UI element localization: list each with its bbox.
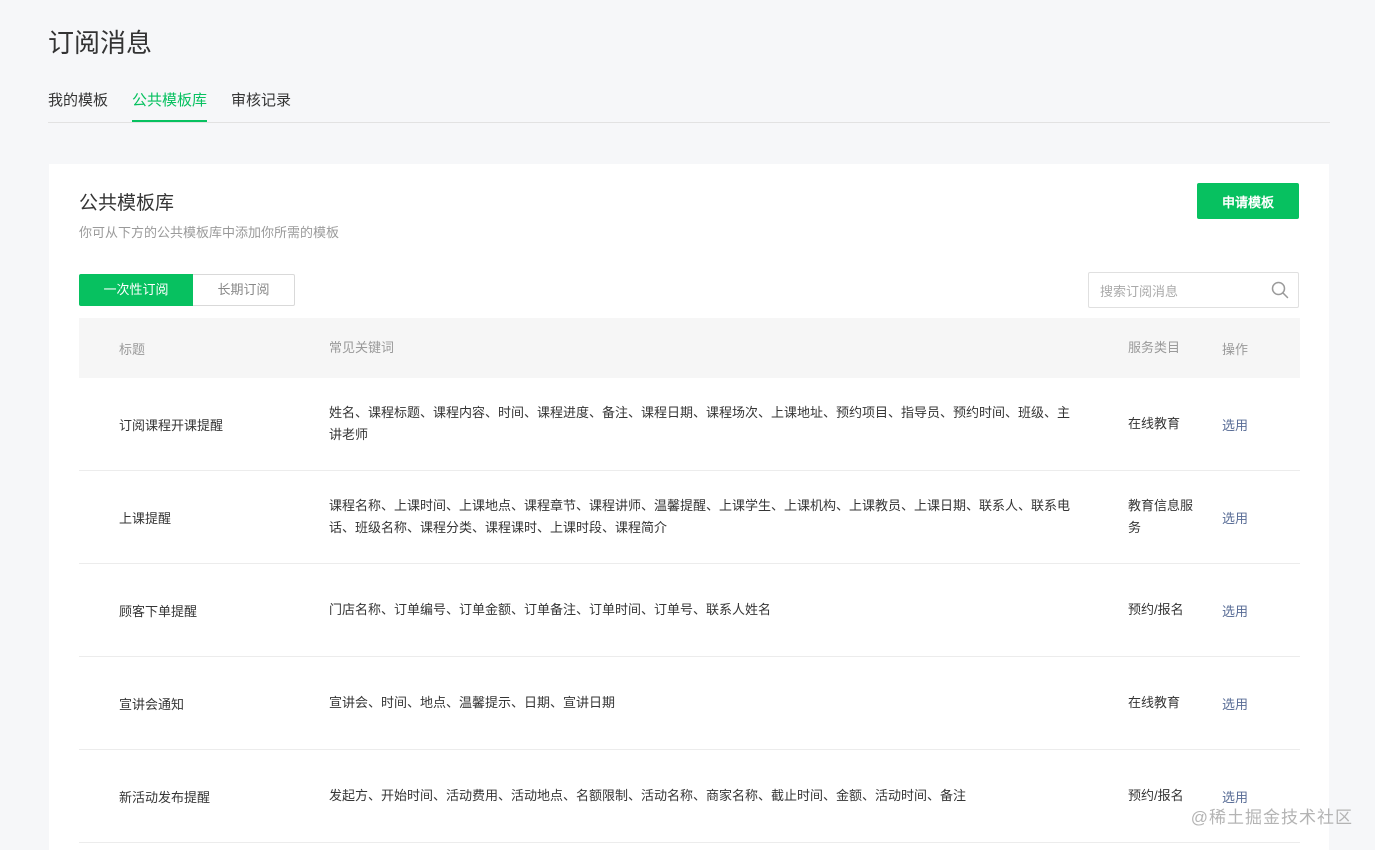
- row-keywords: 门店名称、订单编号、订单金额、订单备注、订单时间、订单号、联系人姓名: [329, 602, 772, 617]
- row-keywords: 课程名称、上课时间、上课地点、课程章节、课程讲师、温馨提醒、上课学生、上课机构、…: [329, 498, 1071, 535]
- row-category: 在线教育: [1128, 416, 1181, 431]
- template-table: 标题 常见关键词 服务类目 操作 订阅课程开课提醒 姓名、课程标题、课程内容、时…: [79, 318, 1300, 843]
- subscription-type-switch: 一次性订阅 长期订阅: [79, 274, 295, 306]
- segment-long-term[interactable]: 长期订阅: [193, 274, 295, 306]
- row-category: 预约/报名: [1128, 602, 1184, 617]
- search-box: [1088, 272, 1299, 308]
- apply-template-button[interactable]: 申请模板: [1197, 183, 1299, 219]
- library-card: 公共模板库 你可从下方的公共模板库中添加你所需的模板 申请模板 一次性订阅 长期…: [49, 164, 1329, 850]
- header-title: 标题: [119, 341, 146, 357]
- select-link[interactable]: 选用: [1222, 697, 1248, 712]
- table-row: 上课提醒 课程名称、上课时间、上课地点、课程章节、课程讲师、温馨提醒、上课学生、…: [79, 471, 1300, 564]
- page-title: 订阅消息: [48, 28, 153, 58]
- row-keywords: 发起方、开始时间、活动费用、活动地点、名额限制、活动名称、商家名称、截止时间、金…: [329, 788, 967, 803]
- table-header: 标题 常见关键词 服务类目 操作: [79, 318, 1300, 378]
- row-title: 宣讲会通知: [119, 696, 185, 712]
- select-link[interactable]: 选用: [1222, 511, 1248, 526]
- header-category: 服务类目: [1128, 340, 1181, 355]
- table-row: 订阅课程开课提醒 姓名、课程标题、课程内容、时间、课程进度、备注、课程日期、课程…: [79, 378, 1300, 471]
- select-link[interactable]: 选用: [1222, 418, 1248, 433]
- tab-review-records[interactable]: 审核记录: [231, 86, 291, 122]
- tab-my-templates[interactable]: 我的模板: [48, 86, 108, 122]
- row-title: 顾客下单提醒: [119, 603, 198, 619]
- row-title: 上课提醒: [119, 510, 172, 526]
- watermark: @稀土掘金技术社区: [1190, 808, 1353, 827]
- tab-bar: 我的模板 公共模板库 审核记录: [48, 86, 1330, 123]
- card-description: 你可从下方的公共模板库中添加你所需的模板: [79, 225, 340, 240]
- row-keywords: 姓名、课程标题、课程内容、时间、课程进度、备注、课程日期、课程场次、上课地址、预…: [329, 405, 1071, 442]
- row-category: 教育信息服务: [1128, 498, 1194, 535]
- row-keywords: 宣讲会、时间、地点、温馨提示、日期、宣讲日期: [329, 695, 616, 710]
- segment-one-time[interactable]: 一次性订阅: [79, 274, 193, 306]
- card-title: 公共模板库: [79, 193, 175, 214]
- table-row: 宣讲会通知 宣讲会、时间、地点、温馨提示、日期、宣讲日期 在线教育 选用: [79, 657, 1300, 750]
- header-action: 操作: [1222, 341, 1249, 357]
- table-row: 新活动发布提醒 发起方、开始时间、活动费用、活动地点、名额限制、活动名称、商家名…: [79, 750, 1300, 843]
- page: 订阅消息 我的模板 公共模板库 审核记录 公共模板库 你可从下方的公共模板库中添…: [0, 0, 1375, 850]
- tab-public-library[interactable]: 公共模板库: [132, 86, 208, 122]
- search-input[interactable]: [1098, 274, 1262, 308]
- table-row: 顾客下单提醒 门店名称、订单编号、订单金额、订单备注、订单时间、订单号、联系人姓…: [79, 564, 1300, 657]
- search-icon[interactable]: [1271, 281, 1289, 299]
- row-title: 订阅课程开课提醒: [119, 417, 224, 433]
- select-link[interactable]: 选用: [1222, 604, 1248, 619]
- header-keywords: 常见关键词: [329, 340, 395, 355]
- row-category: 在线教育: [1128, 695, 1181, 710]
- row-title: 新活动发布提醒: [119, 789, 211, 805]
